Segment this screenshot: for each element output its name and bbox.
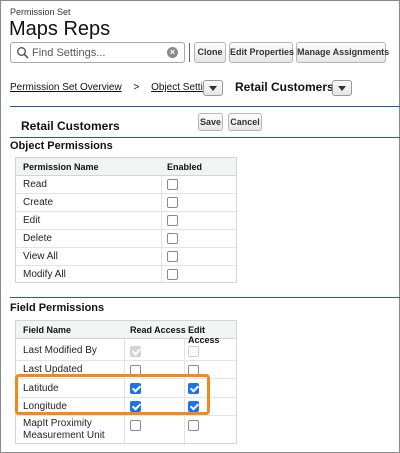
permission-name: Edit: [23, 215, 41, 226]
object-settings-dropdown-button[interactable]: [203, 80, 223, 96]
search-icon: [17, 47, 29, 59]
read-access-checkbox-longitude[interactable]: [130, 401, 141, 412]
enabled-checkbox-view-all[interactable]: [167, 251, 178, 262]
manage-assignments-button[interactable]: Manage Assignments: [296, 42, 389, 63]
column-header-permission-name: Permission Name: [23, 162, 99, 172]
edit-access-checkbox-mapit-proximity[interactable]: [188, 420, 199, 431]
chevron-down-icon: [209, 86, 217, 91]
page-title: Maps Reps: [9, 18, 111, 40]
table-row: Longitude: [16, 398, 236, 416]
edit-properties-button[interactable]: Edit Properties: [229, 42, 294, 63]
edit-access-checkbox-longitude[interactable]: [188, 401, 199, 412]
read-access-checkbox-last-modified-by: [130, 346, 141, 357]
breadcrumb-overview-link[interactable]: Permission Set Overview: [10, 82, 122, 93]
clear-icon[interactable]: ×: [167, 47, 178, 58]
breadcrumb: Permission Set Overview > Object Setting…: [10, 82, 219, 93]
cancel-button[interactable]: Cancel: [228, 113, 262, 131]
enabled-checkbox-modify-all[interactable]: [167, 269, 178, 280]
breadcrumb-current: Retail Customers: [235, 80, 334, 94]
permission-name: Create: [23, 197, 54, 208]
permission-name: Read: [23, 179, 47, 190]
field-name: Last Updated: [23, 364, 83, 375]
permission-name: View All: [23, 251, 58, 262]
section-divider: [10, 106, 400, 107]
read-access-checkbox-mapit-proximity[interactable]: [130, 420, 141, 431]
field-permissions-divider: [10, 297, 400, 298]
table-row: MapIt Proximity Measurement Unit: [16, 416, 236, 444]
table-row: Create: [16, 194, 236, 212]
table-header-row: Permission Name Enabled: [16, 158, 236, 176]
object-permissions-title: Object Permissions: [10, 140, 113, 152]
edit-access-checkbox-last-updated[interactable]: [188, 365, 199, 376]
read-access-checkbox-last-updated[interactable]: [130, 365, 141, 376]
column-header-read-access: Read Access: [130, 325, 186, 335]
field-name: MapIt Proximity Measurement Unit: [23, 418, 105, 441]
table-row: Last Modified By: [16, 339, 236, 361]
table-row: Modify All: [16, 266, 236, 283]
field-name: Last Modified By: [23, 345, 97, 356]
page-subtitle: Permission Set: [10, 7, 71, 17]
object-permissions-divider: [10, 137, 400, 138]
table-row: Latitude: [16, 379, 236, 398]
column-header-field-name: Field Name: [23, 325, 72, 335]
edit-access-checkbox-latitude[interactable]: [188, 383, 199, 394]
table-row: View All: [16, 248, 236, 266]
object-dropdown-button[interactable]: [332, 80, 352, 96]
toolbar-divider: [189, 43, 190, 62]
object-title: Retail Customers: [21, 119, 120, 133]
field-permissions-title: Field Permissions: [10, 302, 105, 314]
edit-access-checkbox-last-modified-by: [188, 346, 199, 357]
field-name: Latitude: [23, 383, 59, 394]
table-row: Delete: [16, 230, 236, 248]
column-header-enabled: Enabled: [167, 162, 203, 172]
table-header-row: Field Name Read Access Edit Access: [16, 321, 236, 345]
search-box[interactable]: ×: [10, 42, 185, 63]
enabled-checkbox-create[interactable]: [167, 197, 178, 208]
search-input[interactable]: [32, 45, 162, 60]
enabled-checkbox-delete[interactable]: [167, 233, 178, 244]
save-button[interactable]: Save: [198, 113, 223, 131]
field-name: Longitude: [23, 401, 67, 412]
breadcrumb-separator: >: [133, 82, 140, 93]
table-row: Read: [16, 176, 236, 194]
chevron-down-icon: [338, 86, 346, 91]
field-permissions-table: Field Name Read Access Edit Access Last …: [15, 320, 237, 445]
table-row: Edit: [16, 212, 236, 230]
table-row: Last Updated: [16, 361, 236, 379]
object-permissions-table: Permission Name Enabled Read Create Edit…: [15, 157, 237, 284]
clone-button[interactable]: Clone: [194, 42, 226, 63]
permission-name: Modify All: [23, 269, 66, 280]
read-access-checkbox-latitude[interactable]: [130, 383, 141, 394]
permission-name: Delete: [23, 233, 52, 244]
enabled-checkbox-edit[interactable]: [167, 215, 178, 226]
enabled-checkbox-read[interactable]: [167, 179, 178, 190]
